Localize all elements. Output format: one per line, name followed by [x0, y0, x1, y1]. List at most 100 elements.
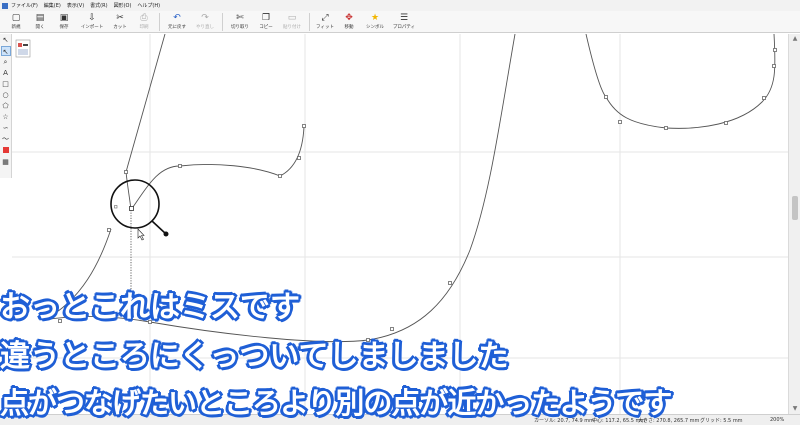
caption-line-2: 違うところにくっついてしましました [0, 339, 509, 374]
menu-file[interactable]: ファイル(F) [11, 2, 38, 9]
text-tool-icon[interactable]: A [1, 68, 11, 78]
redo-button[interactable]: ↷ やり直し [191, 11, 219, 33]
new-button[interactable]: ▢ 新規 [4, 11, 28, 33]
path-node[interactable] [107, 228, 111, 232]
caption-line-1: おっとこれはミスです [0, 290, 300, 325]
paste-button-label: 貼り付け [283, 25, 301, 30]
cut-button-label: カット [113, 25, 127, 30]
node-select-icon[interactable]: ↖ [0, 46, 11, 56]
magnifier-highlight [110, 179, 169, 237]
open-folder-icon: ▤ [35, 13, 45, 23]
toolbar-separator [222, 13, 223, 31]
select-arrow-icon[interactable]: ↖ [1, 35, 11, 45]
import-button-label: インポート [80, 25, 104, 30]
move-button[interactable]: ✥ 移動 [337, 11, 361, 33]
path-node[interactable] [297, 156, 301, 160]
ellipse-tool-icon[interactable]: ○ [1, 90, 11, 100]
save-button-label: 保存 [59, 25, 69, 30]
status-zoom: 200% [770, 417, 785, 423]
new-file-icon: ▢ [11, 13, 21, 23]
selected-node[interactable] [129, 206, 134, 211]
toolbar-separator [159, 13, 160, 31]
path-node[interactable] [772, 64, 776, 68]
new-button-label: 新規 [11, 25, 21, 30]
cut-shape-icon: ✄ [236, 13, 244, 23]
app-icon [2, 2, 8, 9]
save-button[interactable]: ▣ 保存 [52, 11, 76, 33]
redo-button-label: やり直し [196, 25, 214, 30]
menu-bar: ファイル(F) 編集(E) 表示(V) 書式(R) 図形(O) ヘルプ(H) [0, 0, 800, 11]
print-button[interactable]: ⎙ 印刷 [132, 11, 156, 33]
symbol-star-icon: ★ [370, 13, 380, 23]
menu-view[interactable]: 表示(V) [67, 2, 84, 9]
path-node[interactable] [178, 164, 182, 168]
undo-button-label: 元に戻す [168, 25, 186, 30]
cut-icon: ✂ [116, 13, 124, 23]
toolbar-separator [309, 13, 310, 31]
tool-palette: ↖ ↖ ⌕ A □ ○ ⬠ ☆ ∽ 〜 ▦ [0, 34, 12, 178]
path-segment[interactable] [585, 34, 776, 129]
paste-icon: ▭ [287, 13, 297, 23]
symbol-button[interactable]: ★ シンボル [361, 11, 389, 33]
status-grid: グリッド: 5.5 mm [700, 418, 743, 424]
copy-button-label: コピー [259, 25, 273, 30]
main-toolbar: ▢ 新規 ▤ 開く ▣ 保存 ⇩ インポート ✂ カット ⎙ 印刷 ↶ 元に戻す ↷ やり直し … [0, 11, 800, 33]
path-node[interactable] [724, 121, 728, 125]
path-node[interactable] [762, 96, 766, 100]
menu-help[interactable]: ヘルプ(H) [137, 2, 160, 9]
path-node[interactable] [604, 95, 608, 99]
path-segment[interactable] [125, 171, 132, 211]
copy-button[interactable]: ❐ コピー [254, 11, 278, 33]
path-node[interactable] [278, 174, 282, 178]
redo-icon: ↷ [201, 13, 209, 23]
properties-icon: ☰ [399, 13, 409, 23]
cut-button[interactable]: ✂ カット [108, 11, 132, 33]
path-node[interactable] [664, 126, 668, 130]
page-thumbnail-icon [15, 39, 31, 58]
undo-button[interactable]: ↶ 元に戻す [163, 11, 191, 33]
undo-icon: ↶ [173, 13, 181, 23]
polygon-tool-icon[interactable]: ⬠ [1, 101, 11, 111]
scroll-up-icon[interactable]: ▲ [789, 34, 800, 44]
fit-button-label: フィット [316, 25, 334, 30]
scroll-down-icon[interactable]: ▼ [789, 404, 800, 414]
path-node[interactable] [773, 48, 777, 52]
path-node[interactable] [124, 170, 128, 174]
move-button-label: 移動 [344, 25, 354, 30]
save-icon: ▣ [59, 13, 69, 23]
path-node[interactable] [302, 124, 306, 128]
curve-tool-icon[interactable]: ∽ [1, 123, 11, 133]
vertical-scrollbar[interactable]: ▲ ▼ [788, 34, 800, 414]
zoom-icon[interactable]: ⌕ [1, 57, 11, 67]
import-icon: ⇩ [88, 13, 96, 23]
properties-button-label: プロパティ [392, 25, 416, 30]
menu-format[interactable]: 書式(R) [90, 2, 107, 9]
cut-shape-button-label: 切り取り [231, 25, 249, 30]
path-node[interactable] [448, 281, 452, 285]
import-button[interactable]: ⇩ インポート [76, 11, 108, 33]
scrollbar-thumb[interactable] [792, 196, 798, 220]
cut-shape-button[interactable]: ✄ 切り取り [226, 11, 254, 33]
path-segment[interactable] [125, 34, 166, 173]
copy-icon: ❐ [261, 13, 271, 23]
star-tool-icon[interactable]: ☆ [1, 112, 11, 122]
mouse-cursor-icon [137, 228, 145, 241]
fit-button[interactable]: ⤢ フィット [313, 11, 337, 33]
symbol-button-label: シンボル [366, 25, 384, 30]
open-button[interactable]: ▤ 開く [28, 11, 52, 33]
properties-button[interactable]: ☰ プロパティ [389, 11, 419, 33]
menu-shape[interactable]: 図形(O) [114, 2, 132, 9]
path-node[interactable] [618, 120, 622, 124]
path-node[interactable] [114, 205, 118, 209]
color-swatch-icon[interactable] [2, 147, 9, 153]
path-node[interactable] [390, 327, 394, 331]
paste-button[interactable]: ▭ 貼り付け [278, 11, 306, 33]
layers-icon[interactable]: ▦ [1, 157, 11, 167]
print-icon: ⎙ [140, 13, 148, 23]
rectangle-tool-icon[interactable]: □ [1, 79, 11, 89]
print-button-label: 印刷 [139, 25, 149, 30]
menu-edit[interactable]: 編集(E) [44, 2, 61, 9]
freehand-tool-icon[interactable]: 〜 [1, 134, 11, 144]
open-button-label: 開く [35, 25, 45, 30]
path-segment[interactable] [130, 125, 305, 211]
